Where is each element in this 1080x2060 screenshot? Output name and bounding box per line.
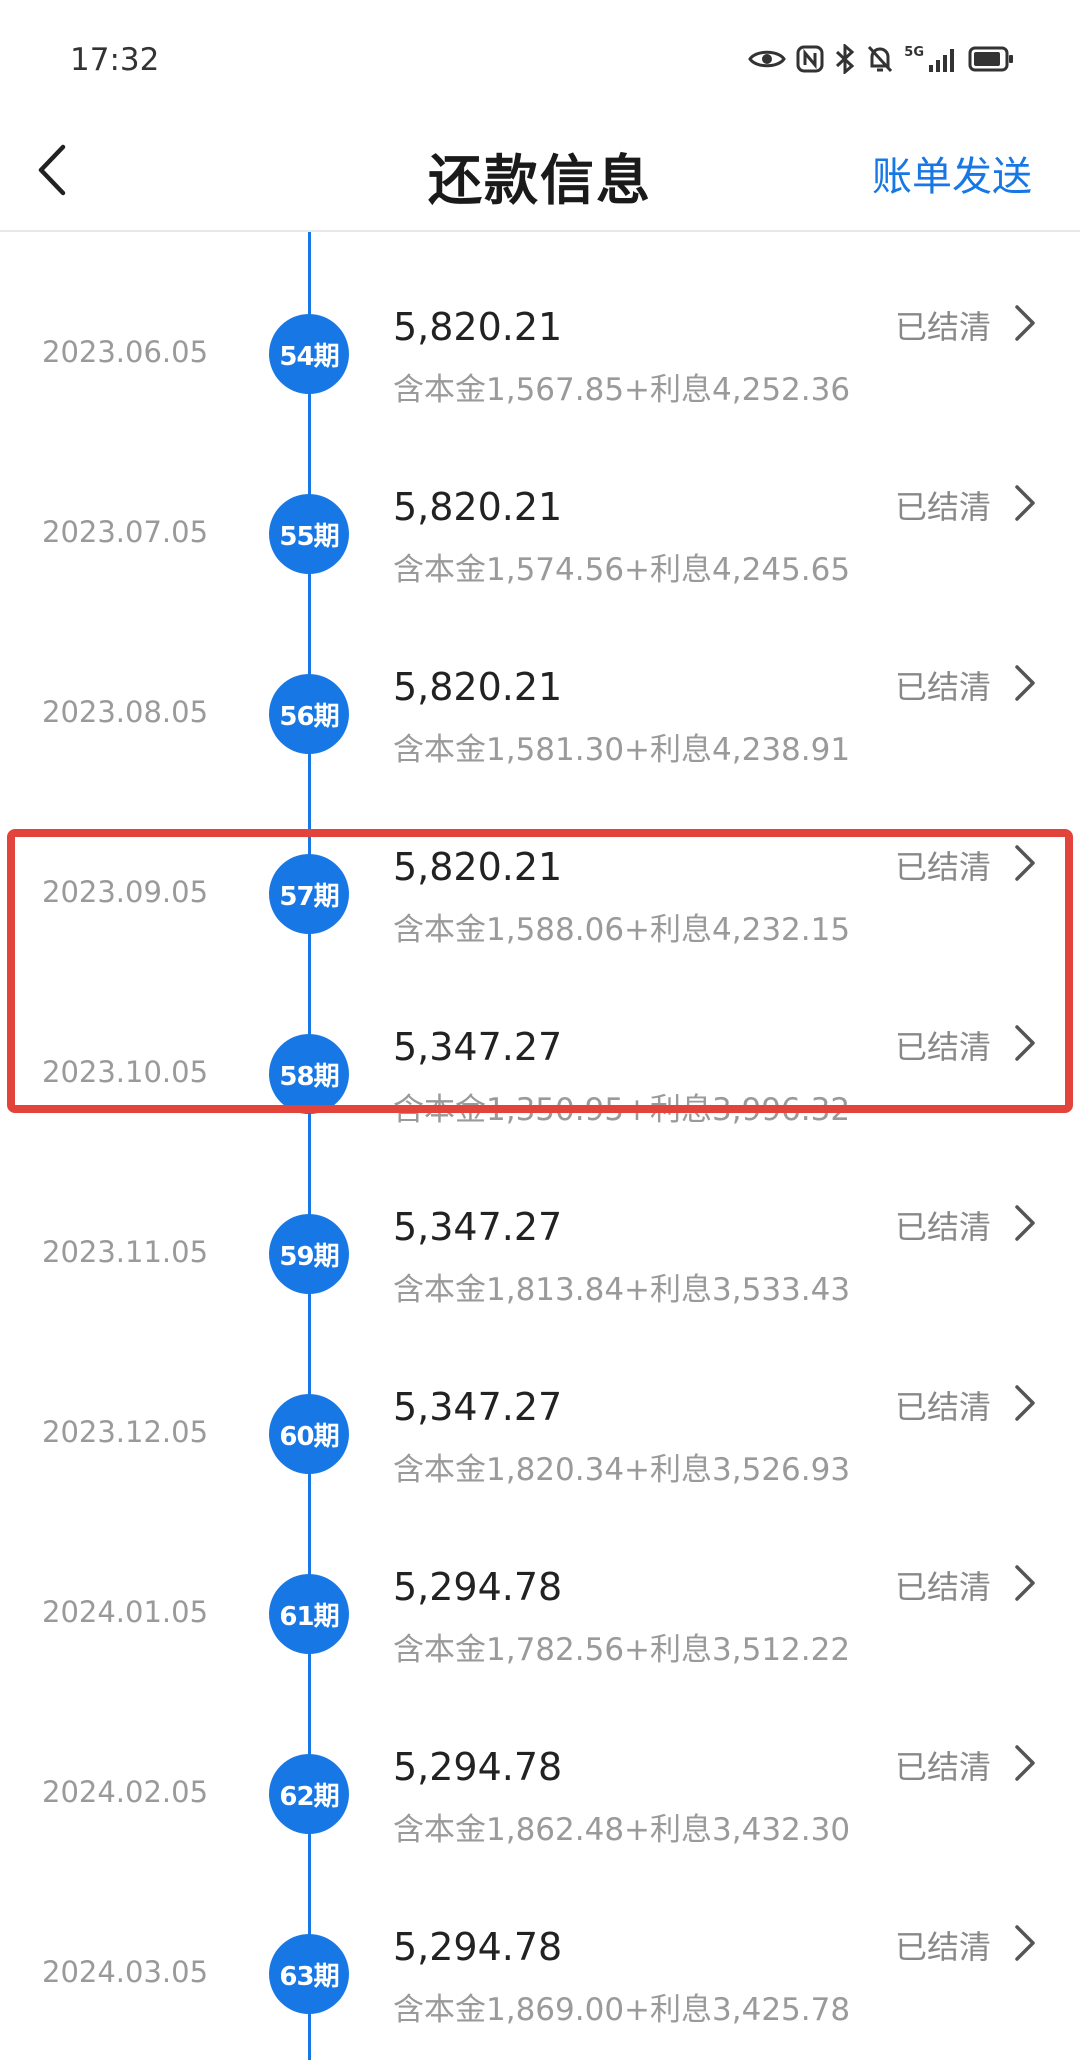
item-status: 已结清 [895,488,992,526]
repayment-item[interactable]: 2023.06.05 54期 5,820.21 含本金1,567.85+利息4,… [0,232,1080,412]
repayment-item[interactable]: 2023.11.05 59期 5,347.27 含本金1,813.84+利息3,… [0,1132,1080,1312]
signal-icon [929,49,954,72]
item-amount: 5,347.27 [393,1385,563,1429]
eye-icon [748,50,787,68]
item-amount: 5,820.21 [393,485,563,529]
item-amount: 5,294.78 [393,1925,563,1969]
header: 还款信息 账单发送 [0,110,1080,232]
item-detail: 含本金1,350.95+利息3,996.32 [393,1092,851,1128]
item-amount: 5,347.27 [393,1025,563,1069]
chevron-right-icon [1015,305,1035,341]
chevron-right-icon [1015,1025,1035,1061]
period-badge: 60期 [269,1394,349,1474]
item-status: 已结清 [895,1388,992,1426]
network-type-label: 5G [904,44,924,60]
item-date: 2024.03.05 [42,1955,209,1989]
battery-icon [968,46,1013,72]
item-status: 已结清 [895,308,992,346]
item-amount: 5,347.27 [393,1205,563,1249]
item-detail: 含本金1,820.34+利息3,526.93 [393,1452,851,1488]
repayment-item[interactable]: 2024.03.05 63期 5,294.78 含本金1,869.00+利息3,… [0,1852,1080,2032]
send-bill-button[interactable]: 账单发送 [872,144,1032,202]
period-badge: 61期 [269,1574,349,1654]
nfc-icon [796,45,824,73]
item-status: 已结清 [895,1028,992,1066]
period-badge: 54期 [269,314,349,394]
item-amount: 5,294.78 [393,1745,563,1789]
item-detail: 含本金1,862.48+利息3,432.30 [393,1812,851,1848]
repayment-item[interactable]: 2023.12.05 60期 5,347.27 含本金1,820.34+利息3,… [0,1312,1080,1492]
chevron-right-icon [1015,1205,1035,1241]
item-date: 2024.01.05 [42,1595,209,1629]
chevron-right-icon [1015,845,1035,881]
chevron-right-icon [1015,1385,1035,1421]
item-date: 2023.11.05 [42,1235,209,1269]
item-status: 已结清 [895,1568,992,1606]
period-badge: 63期 [269,1934,349,2014]
item-detail: 含本金1,567.85+利息4,252.36 [393,372,851,408]
mute-icon [868,45,893,73]
item-amount: 5,820.21 [393,845,563,889]
repayment-item[interactable]: 2023.08.05 56期 5,820.21 含本金1,581.30+利息4,… [0,592,1080,772]
chevron-right-icon [1015,1745,1035,1781]
chevron-right-icon [1015,1925,1035,1961]
repayment-item[interactable]: 2023.07.05 55期 5,820.21 含本金1,574.56+利息4,… [0,412,1080,592]
item-detail: 含本金1,588.06+利息4,232.15 [393,912,851,948]
item-date: 2023.09.05 [42,875,209,909]
item-amount: 5,294.78 [393,1565,563,1609]
item-detail: 含本金1,574.56+利息4,245.65 [393,552,851,588]
item-detail: 含本金1,813.84+利息3,533.43 [393,1272,851,1308]
item-date: 2023.08.05 [42,695,209,729]
period-badge: 58期 [269,1034,349,1114]
status-icons: 5G [748,44,1014,74]
item-date: 2023.10.05 [42,1055,209,1089]
status-time: 17:32 [70,42,160,78]
item-date: 2023.07.05 [42,515,209,549]
item-status: 已结清 [895,848,992,886]
item-detail: 含本金1,782.56+利息3,512.22 [393,1632,851,1668]
item-amount: 5,820.21 [393,305,563,349]
item-detail: 含本金1,869.00+利息3,425.78 [393,1992,851,2028]
repayment-list: 2023.06.05 54期 5,820.21 含本金1,567.85+利息4,… [0,232,1080,2060]
item-detail: 含本金1,581.30+利息4,238.91 [393,732,851,768]
chevron-right-icon [1015,485,1035,521]
item-status: 已结清 [895,1208,992,1246]
period-badge: 57期 [269,854,349,934]
item-date: 2023.12.05 [42,1415,209,1449]
chevron-right-icon [1015,665,1035,701]
bluetooth-icon [836,44,855,74]
period-badge: 62期 [269,1754,349,1834]
period-badge: 56期 [269,674,349,754]
repayment-item[interactable]: 2024.01.05 61期 5,294.78 含本金1,782.56+利息3,… [0,1492,1080,1672]
item-date: 2023.06.05 [42,335,209,369]
repayment-item[interactable]: 2024.02.05 62期 5,294.78 含本金1,862.48+利息3,… [0,1672,1080,1852]
item-status: 已结清 [895,668,992,706]
chevron-right-icon [1015,1565,1035,1601]
item-amount: 5,820.21 [393,665,563,709]
period-badge: 55期 [269,494,349,574]
item-date: 2024.02.05 [42,1775,209,1809]
repayment-item[interactable]: 2023.09.05 57期 5,820.21 含本金1,588.06+利息4,… [0,772,1080,952]
period-badge: 59期 [269,1214,349,1294]
status-bar: 17:32 5G [0,0,1080,110]
repayment-item[interactable]: 2023.10.05 58期 5,347.27 含本金1,350.95+利息3,… [0,952,1080,1132]
item-status: 已结清 [895,1748,992,1786]
item-status: 已结清 [895,1928,992,1966]
